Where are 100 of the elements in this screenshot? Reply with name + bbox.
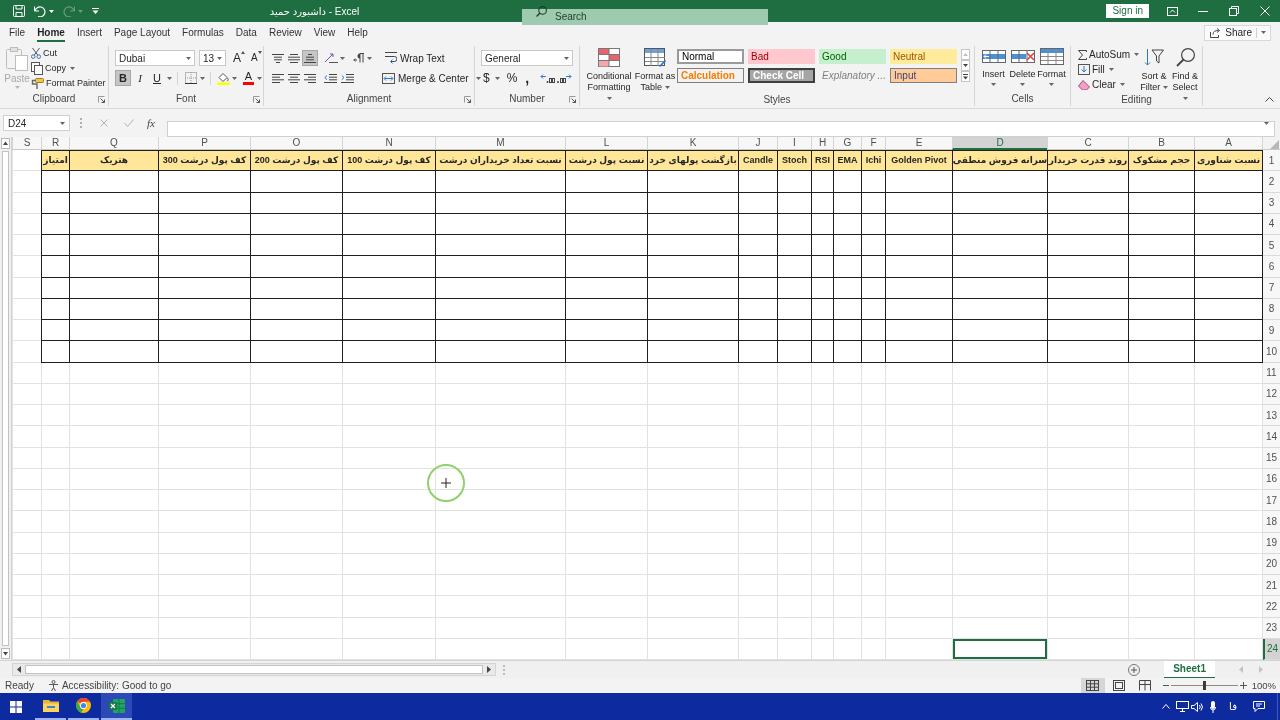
comma-button[interactable]: , (522, 70, 533, 86)
row-header[interactable]: 7 (1263, 277, 1280, 299)
accessibility-button[interactable]: Accessibility: Good to go (47, 679, 172, 692)
cell-style-item[interactable]: Input (890, 68, 957, 83)
row-header[interactable]: 17 (1263, 490, 1280, 512)
restore-icon[interactable] (1229, 6, 1239, 16)
formula-field[interactable] (167, 120, 1275, 137)
row-header[interactable]: 23 (1263, 617, 1280, 639)
column-header[interactable]: E (885, 137, 952, 150)
ribbon-tab[interactable]: Data (229, 22, 263, 43)
row-header[interactable]: 5 (1263, 235, 1280, 257)
caret-icon[interactable] (1264, 121, 1269, 125)
column-header[interactable]: N (342, 137, 435, 150)
column-header[interactable]: C (1047, 137, 1128, 150)
percent-button[interactable]: % (504, 70, 520, 86)
caret-icon[interactable] (475, 76, 481, 80)
row-header[interactable]: 16 (1263, 468, 1280, 490)
notifications-icon[interactable] (1253, 701, 1265, 712)
increase-indent-icon[interactable] (341, 73, 354, 83)
row-header[interactable]: 10 (1263, 341, 1280, 363)
minimize-icon[interactable] (1198, 10, 1208, 12)
column-header[interactable]: M (435, 137, 565, 150)
chevron-up-icon[interactable] (1162, 704, 1170, 709)
scroll-left-icon[interactable] (17, 666, 21, 673)
share-button[interactable]: Share (1204, 24, 1271, 41)
row-header[interactable]: 24 (1263, 638, 1280, 660)
caret-icon[interactable] (60, 121, 65, 125)
zoom-slider[interactable] (1170, 680, 1238, 691)
slider-thumb[interactable] (1202, 681, 1206, 690)
ribbon-tab[interactable]: Insert (70, 22, 108, 43)
fill-button[interactable]: Fill (1077, 62, 1115, 77)
caret-icon[interactable] (186, 56, 191, 60)
gallery-more-icon[interactable] (961, 71, 970, 82)
microphone-icon[interactable] (1210, 700, 1216, 713)
caret-icon[interactable] (1108, 68, 1114, 71)
underline-button[interactable]: U (149, 70, 165, 86)
copy-button[interactable]: Copy (30, 61, 76, 76)
number-format-field[interactable]: General (481, 50, 573, 66)
new-sheet-icon[interactable] (1128, 663, 1141, 676)
caret-icon[interactable] (1119, 83, 1125, 86)
column-header[interactable]: P (158, 137, 250, 150)
taskbar-app-button[interactable] (101, 693, 132, 720)
row-header[interactable]: 18 (1263, 511, 1280, 533)
ribbon-tab[interactable]: Formulas (176, 22, 230, 43)
column-header[interactable]: S (12, 137, 41, 150)
row-header[interactable]: 13 (1263, 405, 1280, 427)
font-size-field[interactable]: 13 (199, 50, 226, 66)
conditional-formatting-button[interactable]: Conditional Formatting (584, 46, 634, 93)
cell-style-item[interactable]: Explanatory ... (819, 68, 886, 83)
format-as-table-button[interactable]: Format as Table (634, 46, 676, 93)
scroll-right-icon[interactable] (487, 666, 491, 673)
row-header[interactable]: 6 (1263, 256, 1280, 278)
font-color-button[interactable]: A (242, 71, 255, 85)
sign-in-button[interactable]: Sign in (1106, 4, 1149, 18)
paragraph-direction-icon[interactable] (353, 53, 365, 63)
cell-style-item[interactable]: Bad (748, 49, 815, 64)
column-header[interactable]: H (811, 137, 833, 150)
column-header[interactable]: L (565, 137, 647, 150)
caret-icon[interactable] (257, 76, 262, 80)
font-name-field[interactable]: Dubai (115, 50, 195, 66)
caret-icon[interactable] (1020, 83, 1025, 86)
row-header[interactable]: 12 (1263, 383, 1280, 405)
scrollbar-thumb[interactable] (25, 665, 483, 674)
column-header[interactable]: K (647, 137, 738, 150)
row-header[interactable]: 14 (1263, 426, 1280, 448)
row-header[interactable]: 22 (1263, 596, 1280, 618)
decrease-decimal-icon[interactable] (557, 73, 573, 83)
row-header[interactable]: 1 (1263, 150, 1280, 172)
caret-icon[interactable] (340, 56, 345, 60)
column-header[interactable]: G (833, 137, 861, 150)
column-header[interactable]: Q (69, 137, 158, 150)
column-header[interactable]: F (861, 137, 885, 150)
clear-button[interactable]: Clear (1077, 77, 1126, 92)
caret-icon[interactable] (606, 97, 612, 101)
dialog-launcher-icon[interactable] (569, 95, 576, 103)
caret-icon[interactable] (217, 56, 222, 60)
gallery-down-icon[interactable] (961, 60, 970, 71)
grow-font-button[interactable]: A (232, 51, 246, 65)
ribbon-tab[interactable]: Review (262, 22, 308, 43)
sort-filter-button[interactable]: Sort & Filter (1139, 46, 1169, 93)
decrease-indent-icon[interactable] (324, 73, 337, 83)
ribbon-display-icon[interactable] (1167, 6, 1178, 16)
caret-icon[interactable] (1182, 97, 1188, 101)
scroll-down-icon[interactable] (1, 648, 10, 659)
save-icon[interactable] (13, 5, 25, 17)
caret-icon[interactable] (232, 76, 237, 80)
cell-style-item[interactable]: Good (819, 49, 886, 64)
caret-icon[interactable] (367, 56, 372, 60)
caret-icon[interactable] (564, 56, 569, 60)
row-header[interactable]: 3 (1263, 192, 1280, 214)
sheet-tab[interactable]: Sheet1 (1164, 660, 1215, 679)
row-header[interactable]: 21 (1263, 575, 1280, 597)
caret-icon[interactable] (664, 86, 670, 90)
caret-icon[interactable] (49, 9, 54, 13)
caret-icon[interactable] (1049, 83, 1054, 86)
caret-icon[interactable] (1261, 31, 1266, 34)
fill-color-icon[interactable] (217, 71, 230, 85)
collapse-ribbon-icon[interactable] (1265, 97, 1274, 102)
insert-function-button[interactable]: fx (147, 116, 155, 130)
ribbon-tab[interactable]: View (307, 22, 342, 43)
